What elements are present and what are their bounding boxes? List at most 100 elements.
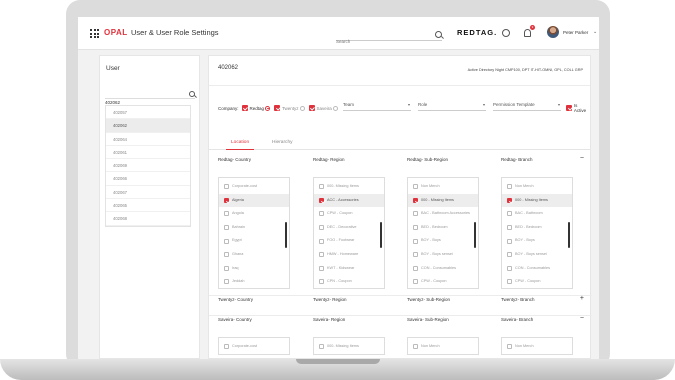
search-input[interactable] — [336, 36, 428, 47]
scrollbar[interactable] — [379, 222, 382, 248]
checkbox-list-item[interactable]: FOO - Footwear — [314, 234, 384, 248]
item-checkbox[interactable] — [319, 211, 324, 217]
item-checkbox[interactable] — [319, 279, 324, 285]
app-grid-icon[interactable] — [90, 29, 99, 38]
avatar[interactable] — [547, 26, 559, 38]
item-checkbox[interactable] — [507, 344, 512, 350]
checkbox-list-item[interactable]: CPW - Coupon — [502, 275, 572, 288]
user-list-item[interactable]: 402062 — [106, 119, 190, 133]
checkbox-list-item[interactable]: Non Merch — [502, 180, 572, 194]
checkbox-list-item[interactable]: KWT - Kidswear — [314, 262, 384, 276]
checkbox-list-item[interactable]: ACC - Accessories — [314, 193, 384, 208]
checkbox-list-item[interactable]: Iraq — [219, 262, 289, 276]
user-search[interactable]: 402062 — [105, 91, 195, 105]
scrollbar[interactable] — [473, 222, 476, 248]
expand-icon[interactable]: + — [580, 295, 584, 302]
user-list-item[interactable]: 402057 — [106, 106, 190, 120]
user-list-item[interactable]: 402066 — [106, 172, 190, 186]
user-list-item[interactable]: 402061 — [106, 146, 190, 160]
checkbox-list-item[interactable]: CPW - Coupon — [314, 207, 384, 221]
company-option[interactable]: Redtag — [241, 105, 271, 111]
item-checkbox[interactable] — [224, 252, 229, 258]
is-active-checkbox[interactable] — [566, 105, 572, 111]
item-checkbox[interactable] — [413, 265, 418, 271]
item-checkbox[interactable] — [413, 197, 418, 203]
checkbox-list-item[interactable]: Non Merch — [502, 340, 572, 354]
scrollbar[interactable] — [284, 222, 287, 248]
item-checkbox[interactable] — [224, 238, 229, 244]
checkbox-list-item[interactable]: CON - Consumables — [502, 262, 572, 276]
tab-hierarchy[interactable]: Hierarchy — [272, 140, 293, 150]
is-active-toggle[interactable]: Is Active — [566, 103, 590, 113]
checkbox-list-item[interactable]: Non Merch — [408, 180, 478, 194]
checkbox-list-item[interactable]: Corporate-cost — [219, 340, 289, 354]
item-checkbox[interactable] — [507, 225, 512, 231]
company-checkbox[interactable] — [274, 105, 281, 111]
checkbox-list-item[interactable]: Non Merch — [408, 340, 478, 354]
item-checkbox[interactable] — [319, 265, 324, 271]
logo[interactable]: OPAL — [104, 28, 128, 37]
user-list-item[interactable]: 402068 — [106, 212, 190, 226]
item-checkbox[interactable] — [319, 184, 324, 190]
user-name[interactable]: Peter Parker — [563, 30, 588, 35]
item-checkbox[interactable] — [319, 197, 324, 203]
checkbox-list-item[interactable]: BED - Bedroom — [502, 221, 572, 235]
item-checkbox[interactable] — [319, 344, 324, 350]
search-icon[interactable] — [189, 91, 195, 97]
item-checkbox[interactable] — [413, 252, 418, 258]
checkbox-list-item[interactable]: BOY - Boys sensei — [408, 248, 478, 262]
item-checkbox[interactable] — [224, 279, 229, 285]
checkbox-list-item[interactable]: CPN - Coupon — [314, 275, 384, 288]
company-radio[interactable] — [299, 105, 305, 111]
item-checkbox[interactable] — [319, 225, 324, 231]
item-checkbox[interactable] — [413, 184, 418, 190]
item-checkbox[interactable] — [413, 225, 418, 231]
scrollbar[interactable] — [567, 222, 570, 248]
checkbox-list-item[interactable]: CPW - Coupon — [408, 275, 478, 288]
checkbox-list-item[interactable]: CON - Consumables — [408, 262, 478, 276]
user-list-item[interactable]: 402069 — [106, 159, 190, 173]
search-icon[interactable] — [435, 31, 442, 38]
item-checkbox[interactable] — [507, 238, 512, 244]
company-radio[interactable] — [265, 105, 271, 111]
item-checkbox[interactable] — [507, 252, 512, 258]
checkbox-list-item[interactable]: Bahrain — [219, 221, 289, 235]
checkbox-list-item[interactable]: 000- Missing Items — [314, 180, 384, 194]
company-checkbox[interactable] — [308, 105, 315, 111]
item-checkbox[interactable] — [413, 344, 418, 350]
company-option[interactable]: Saveira — [308, 105, 338, 111]
item-checkbox[interactable] — [507, 279, 512, 285]
checkbox-list-item[interactable]: BAC - Bathroom Accessories — [408, 207, 478, 221]
user-list-item[interactable]: 402067 — [106, 186, 190, 200]
tab-location[interactable]: Location — [226, 140, 255, 150]
collapse-icon[interactable]: − — [580, 155, 584, 162]
checkbox-list-item[interactable]: DEC - Decorative — [314, 221, 384, 235]
item-checkbox[interactable] — [507, 211, 512, 217]
item-checkbox[interactable] — [224, 184, 229, 190]
checkbox-list-item[interactable]: Ghana — [219, 248, 289, 262]
item-checkbox[interactable] — [507, 184, 512, 190]
item-checkbox[interactable] — [507, 197, 512, 203]
item-checkbox[interactable] — [413, 211, 418, 217]
item-checkbox[interactable] — [507, 265, 512, 271]
checkbox-list-item[interactable]: 000- Missing Items — [314, 340, 384, 354]
checkbox-list-item[interactable]: BOY - Boys sensei — [502, 248, 572, 262]
item-checkbox[interactable] — [319, 252, 324, 258]
checkbox-list-item[interactable]: Corporate-cost — [219, 180, 289, 194]
checkbox-list-item[interactable]: HMW - Homeware — [314, 248, 384, 262]
company-checkbox[interactable] — [241, 105, 248, 111]
checkbox-list-item[interactable]: Jeddah — [219, 275, 289, 288]
role-select[interactable]: Role ▾ — [418, 102, 486, 111]
item-checkbox[interactable] — [224, 225, 229, 231]
checkbox-list-item[interactable]: 000 - Missing Items — [502, 193, 572, 208]
checkbox-list-item[interactable]: BOY - Boys — [408, 234, 478, 248]
user-list-item[interactable]: 402064 — [106, 133, 190, 146]
checkbox-list-item[interactable]: BED - Bedroom — [408, 221, 478, 235]
checkbox-list-item[interactable]: BAC - Bathroom — [502, 207, 572, 221]
collapse-icon[interactable]: − — [580, 315, 584, 322]
company-radio[interactable] — [332, 105, 338, 111]
bell-icon[interactable] — [524, 29, 531, 37]
checkbox-list-item[interactable]: Algeria — [219, 193, 289, 208]
item-checkbox[interactable] — [224, 197, 229, 203]
item-checkbox[interactable] — [224, 344, 229, 350]
